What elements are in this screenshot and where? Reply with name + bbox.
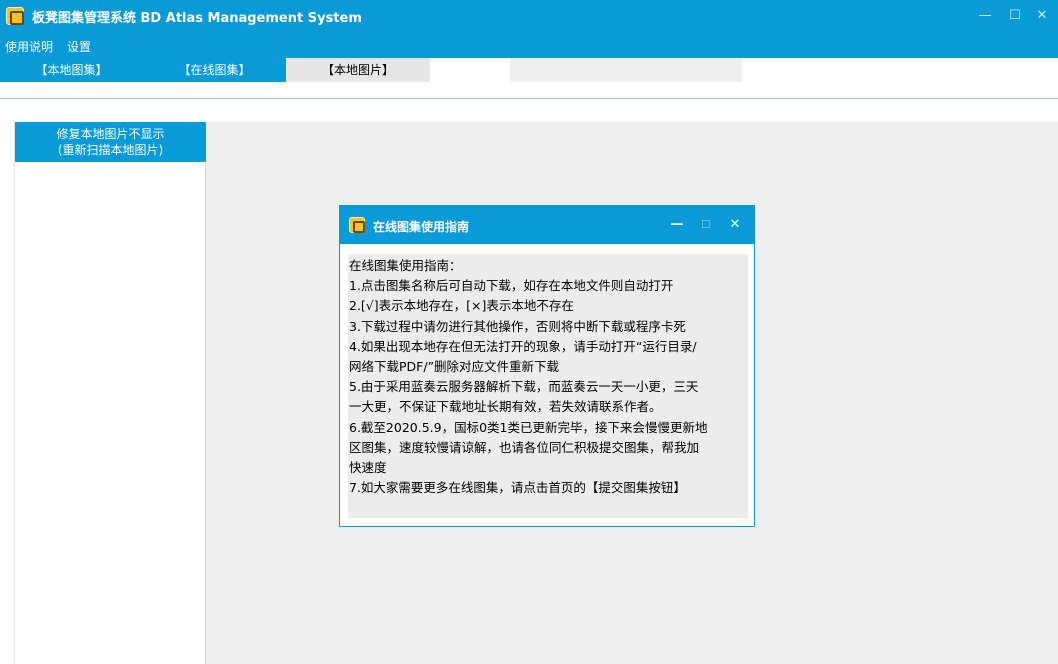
minimize-button[interactable]: — (973, 4, 997, 28)
guide-line: 网络下载PDF/”删除对应文件重新下载 (349, 359, 560, 375)
repair-local-images-button[interactable]: 修复本地图片不显示 (重新扫描本地图片) (15, 122, 206, 162)
dialog-logo-icon (349, 217, 365, 233)
menu-item-settings[interactable]: 设置 (67, 38, 91, 55)
guide-line: 6.截至2020.5.9，国标0类1类已更新完毕，接下来会慢慢更新地 (349, 419, 708, 435)
dialog-title: 在线图集使用指南 (373, 220, 470, 234)
repair-button-sublabel: (重新扫描本地图片) (57, 143, 164, 157)
dialog-maximize-button[interactable]: ☐ (695, 214, 717, 236)
online-atlas-guide-dialog: 在线图集使用指南 — ☐ ✕ 在线图集使用指南： 1.点击图集名称后可自动下载，… (339, 205, 755, 527)
dialog-titlebar[interactable]: 在线图集使用指南 — ☐ ✕ (340, 206, 754, 244)
tab-local-atlas[interactable]: 【本地图集】 (0, 58, 143, 82)
guide-line: 2.[√]表示本地存在，[×]表示本地不存在 (349, 298, 574, 314)
app-titlebar: 板凳图集管理系统 BD Atlas Management System — ☐ … (0, 0, 1058, 32)
tab-strip-filler (510, 58, 742, 82)
tab-bar: 【本地图集】 【在线图集】 【本地图片】 (0, 58, 1058, 82)
menubar: 使用说明 设置 (0, 32, 1058, 58)
repair-button-label: 修复本地图片不显示 (56, 127, 165, 141)
app-logo-icon (6, 7, 24, 25)
guide-line: 5.由于采用蓝奏云服务器解析下载，而蓝奏云一天一小更，三天 (349, 379, 699, 395)
close-button[interactable]: ✕ (1030, 4, 1054, 28)
guide-line: 快速度 (349, 460, 387, 476)
guide-line: 1.点击图集名称后可自动下载，如存在本地文件则自动打开 (349, 278, 674, 294)
dialog-close-button[interactable]: ✕ (724, 214, 746, 236)
maximize-button[interactable]: ☐ (1003, 4, 1027, 28)
divider (0, 98, 1058, 99)
guide-line: 3.下载过程中请勿进行其他操作，否则将中断下载或程序卡死 (349, 318, 686, 334)
guide-heading: 在线图集使用指南： (349, 258, 462, 273)
dialog-minimize-button[interactable]: — (666, 214, 688, 236)
tab-online-atlas[interactable]: 【在线图集】 (143, 58, 286, 82)
sidebar: 修复本地图片不显示 (重新扫描本地图片) (14, 122, 206, 664)
tab-local-images[interactable]: 【本地图片】 (286, 58, 430, 82)
guide-line: 一大更，不保证下载地址长期有效，若失效请联系作者。 (349, 399, 662, 415)
guide-text-box: 在线图集使用指南： 1.点击图集名称后可自动下载，如存在本地文件则自动打开 2.… (348, 254, 748, 518)
guide-line: 7.如大家需要更多在线图集，请点击首页的【提交图集按钮】 (349, 480, 686, 496)
guide-line: 4.如果出现本地存在但无法打开的现象，请手动打开“运行目录/ (349, 338, 697, 354)
guide-line: 区图集，速度较慢请谅解，也请各位同仁积极提交图集，帮我加 (349, 439, 700, 455)
menu-item-instructions[interactable]: 使用说明 (5, 38, 53, 55)
app-title: 板凳图集管理系统 BD Atlas Management System (32, 11, 362, 26)
